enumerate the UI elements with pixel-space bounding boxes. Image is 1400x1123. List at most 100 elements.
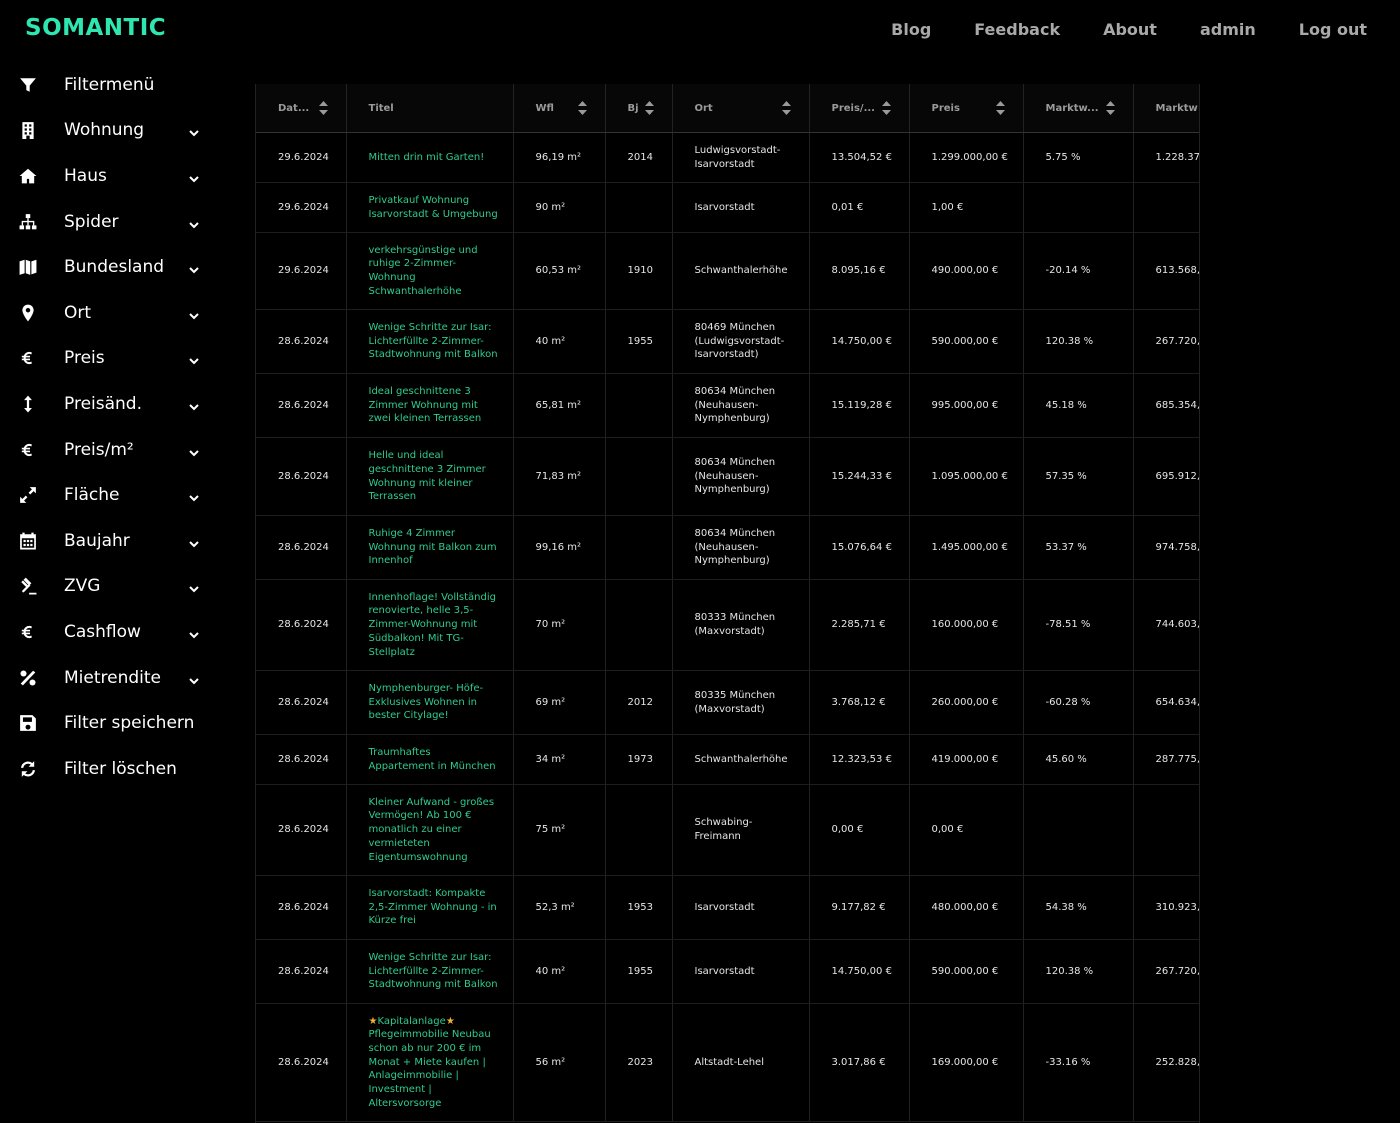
year-cell: 1953 — [605, 875, 673, 940]
column-header[interactable]: Marktw... — [1023, 84, 1134, 133]
title-cell[interactable]: ★Kapitalanlage★ Pflegeimmobilie Neubau s… — [346, 1003, 514, 1122]
sidebar-item-wohnung[interactable]: Wohnung — [0, 108, 230, 154]
title-cell[interactable]: verkehrsgünstige und ruhige 2-Zimmer-Woh… — [346, 232, 514, 310]
sidebar-item-label: Fläche — [64, 485, 120, 506]
market-value-diff-cell — [1023, 182, 1134, 233]
market-value-cell: 310.923, — [1133, 875, 1199, 940]
chevron-down-icon[interactable] — [188, 398, 200, 411]
sidebar-item-preis[interactable]: Preis — [0, 336, 230, 382]
market-value-diff-cell: -60.28 % — [1023, 670, 1134, 735]
title-cell[interactable]: Innenhoflage! Vollständig renovierte, he… — [346, 579, 514, 671]
sidebar-item-label: Filter speichern — [64, 713, 195, 734]
column-header[interactable]: Titel — [346, 84, 514, 133]
sidebar-item-filter-speichern[interactable]: Filter speichern — [0, 700, 230, 746]
nav-feedback[interactable]: Feedback — [974, 20, 1060, 39]
chevron-down-icon[interactable] — [188, 352, 200, 365]
sort-icon[interactable] — [781, 101, 791, 115]
nav-blog[interactable]: Blog — [891, 20, 931, 39]
chevron-down-icon[interactable] — [188, 489, 200, 502]
column-header[interactable]: Preis/... — [809, 84, 910, 133]
column-header[interactable]: Dat... — [256, 84, 347, 133]
euro-icon — [19, 441, 37, 459]
table-row[interactable]: 28.6.2024 Helle und ideal geschnittene 3 … — [256, 437, 1199, 516]
sidebar-item-ort[interactable]: Ort — [0, 290, 230, 336]
column-header[interactable]: Preis — [909, 84, 1024, 133]
sidebar-item-cashflow[interactable]: Cashflow — [0, 609, 230, 655]
column-header[interactable]: Bj — [605, 84, 673, 133]
market-value-cell: 744.603, — [1133, 579, 1199, 671]
sort-icon[interactable] — [1105, 101, 1115, 115]
sidebar-item-spider[interactable]: Spider — [0, 199, 230, 245]
table-row[interactable]: 28.6.2024 Wenige Schritte zur Isar: Licht… — [256, 939, 1199, 1004]
column-header[interactable]: Wfl — [513, 84, 606, 133]
sidebar-item-mietrendite[interactable]: Mietrendite — [0, 655, 230, 701]
sidebar-item-preis-m[interactable]: Preis/m² — [0, 427, 230, 473]
column-header[interactable]: Marktw — [1133, 84, 1199, 133]
nav-admin[interactable]: admin — [1200, 20, 1256, 39]
market-value-diff-cell: 54.38 % — [1023, 875, 1134, 940]
sidebar-item-baujahr[interactable]: Baujahr — [0, 518, 230, 564]
year-cell — [605, 784, 673, 876]
table-row[interactable]: 29.6.2024 Privatkauf Wohnung Isarvorstadt… — [256, 182, 1199, 233]
title-cell[interactable]: Ideal geschnittene 3 Zimmer Wohnung mit … — [346, 373, 514, 438]
title-cell[interactable]: Ruhige 4 Zimmer Wohnung mit Balkon zum I… — [346, 515, 514, 580]
chevron-down-icon[interactable] — [188, 170, 200, 183]
area-cell: 56 m² — [513, 1003, 606, 1122]
sort-icon[interactable] — [881, 101, 891, 115]
title-cell[interactable]: Helle und ideal geschnittene 3 Zimmer Wo… — [346, 437, 514, 516]
table-row[interactable]: 28.6.2024 Isarvorstadt: Kompakte 2,5-Zimm… — [256, 875, 1199, 940]
sidebar-item-filtermenü[interactable]: Filtermenü — [0, 62, 230, 108]
price-per-sqm-cell: 0,00 € — [809, 784, 910, 876]
table-row[interactable]: 28.6.2024 Ruhige 4 Zimmer Wohnung mit Bal… — [256, 515, 1199, 580]
sidebar-item-label: Preisänd. — [64, 393, 142, 414]
chevron-down-icon[interactable] — [188, 216, 200, 228]
sidebar-item-zvg[interactable]: ZVG — [0, 564, 230, 610]
chevron-down-icon[interactable] — [188, 124, 200, 137]
table-row[interactable]: 28.6.2024 Nymphenburger- Höfe- Exklusives… — [256, 670, 1199, 735]
chevron-down-icon[interactable] — [188, 307, 200, 320]
year-cell: 2014 — [605, 132, 673, 183]
chevron-down-icon[interactable] — [188, 672, 200, 684]
table-row[interactable]: 29.6.2024 verkehrsgünstige und ruhige 2-Z… — [256, 232, 1199, 310]
brand-logo[interactable]: SOMANTIC — [25, 15, 166, 41]
chevron-down-icon[interactable] — [188, 580, 200, 593]
chevron-down-icon[interactable] — [188, 535, 200, 548]
chevron-down-icon[interactable] — [188, 626, 200, 639]
date-cell: 28.6.2024 — [256, 734, 347, 785]
table-row[interactable]: 28.6.2024 Innenhoflage! Vollständig renov… — [256, 579, 1199, 671]
listings-table-wrapper[interactable]: Dat... Titel Wfl Bj Ort Preis/... Preis Marktw.… — [255, 84, 1200, 1123]
title-cell[interactable]: Traumhaftes Appartement in München — [346, 734, 514, 785]
price-cell: 1.299.000,00 € — [909, 132, 1024, 183]
table-row[interactable]: 29.6.2024 Mitten drin mit Garten! 96,19 m²… — [256, 132, 1199, 183]
sort-icon[interactable] — [577, 101, 587, 115]
star-icon: ★ — [445, 1015, 455, 1027]
title-cell[interactable]: Wenige Schritte zur Isar: Lichterfüllte … — [346, 939, 514, 1004]
nav-logout[interactable]: Log out — [1299, 20, 1367, 39]
nav-about[interactable]: About — [1103, 20, 1157, 39]
chevron-down-icon[interactable] — [188, 444, 200, 456]
chevron-down-icon[interactable] — [188, 261, 200, 274]
title-cell[interactable]: Wenige Schritte zur Isar: Lichterfüllte … — [346, 309, 514, 374]
date-cell: 28.6.2024 — [256, 579, 347, 671]
sidebar-item-fläche[interactable]: Fläche — [0, 472, 230, 518]
title-cell[interactable]: Nymphenburger- Höfe- Exklusives Wohnen i… — [346, 670, 514, 735]
title-cell[interactable]: Isarvorstadt: Kompakte 2,5-Zimmer Wohnun… — [346, 875, 514, 940]
sidebar-item-haus[interactable]: Haus — [0, 153, 230, 199]
table-row[interactable]: 28.6.2024 Wenige Schritte zur Isar: Licht… — [256, 309, 1199, 374]
table-row[interactable]: 28.6.2024 Ideal geschnittene 3 Zimmer Woh… — [256, 373, 1199, 438]
location-cell: 80335 München (Maxvorstadt) — [672, 670, 810, 735]
column-header[interactable]: Ort — [672, 84, 810, 133]
table-row[interactable]: 28.6.2024 ★Kapitalanlage★ Pflegeimmobilie… — [256, 1003, 1199, 1122]
sort-icon[interactable] — [318, 101, 328, 115]
sidebar-item-filter-löschen[interactable]: Filter löschen — [0, 746, 230, 792]
sort-icon[interactable] — [644, 101, 654, 115]
table-row[interactable]: 28.6.2024 Traumhaftes Appartement in Münc… — [256, 734, 1199, 785]
table-row[interactable]: 28.6.2024 Kleiner Aufwand - großes Vermög… — [256, 784, 1199, 876]
title-cell[interactable]: Mitten drin mit Garten! — [346, 132, 514, 183]
title-cell[interactable]: Kleiner Aufwand - großes Vermögen! Ab 10… — [346, 784, 514, 876]
title-cell[interactable]: Privatkauf Wohnung Isarvorstadt & Umgebu… — [346, 182, 514, 233]
sidebar-item-preisänd[interactable]: Preisänd. — [0, 381, 230, 427]
sidebar-item-bundesland[interactable]: Bundesland — [0, 244, 230, 290]
sort-icon[interactable] — [995, 101, 1005, 115]
sidebar: Filtermenü Wohnung Haus Spider Bundesland Ort… — [0, 62, 230, 792]
